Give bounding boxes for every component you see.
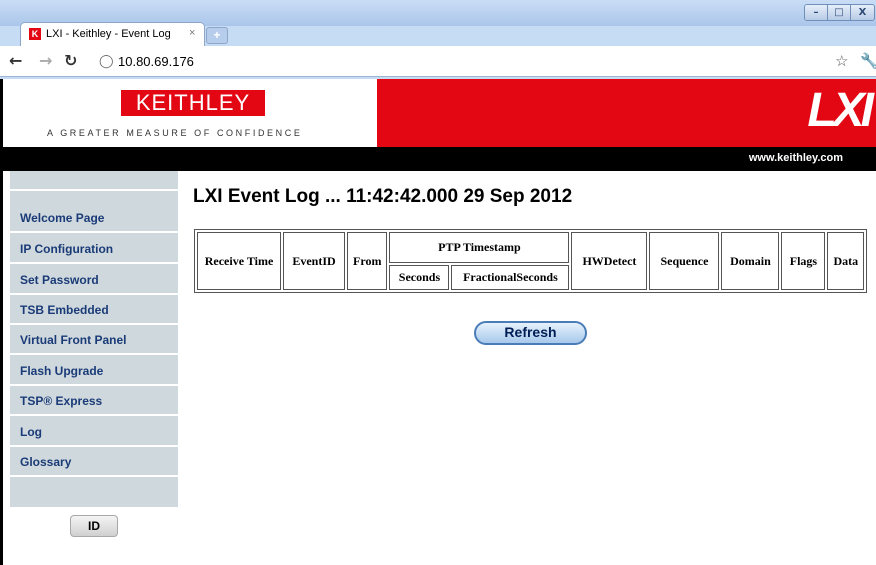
reload-icon[interactable]: ↻ <box>64 52 77 70</box>
tagline: A GREATER MEASURE OF CONFIDENCE <box>47 128 303 138</box>
close-window-button[interactable]: X <box>851 5 874 20</box>
page-title: LXI Event Log ... 11:42:42.000 29 Sep 20… <box>193 186 573 207</box>
window-left-border <box>0 79 3 565</box>
col-event-id: EventID <box>283 232 345 290</box>
browser-tab[interactable]: K LXI - Keithley - Event Log × <box>20 22 205 46</box>
col-ptp-timestamp: PTP Timestamp <box>389 232 570 264</box>
wrench-menu-icon[interactable]: 🔧 <box>860 52 876 70</box>
col-seconds: Seconds <box>389 265 450 290</box>
col-receive-time: Receive Time <box>197 232 281 290</box>
id-button[interactable]: ID <box>70 515 118 537</box>
sidebar-item-set-password[interactable]: Set Password <box>10 267 178 295</box>
forward-arrow-icon[interactable]: → <box>39 52 52 70</box>
col-from: From <box>347 232 388 290</box>
sidebar-item-flash-upgrade[interactable]: Flash Upgrade <box>10 358 178 386</box>
website-link[interactable]: www.keithley.com <box>749 152 843 164</box>
col-flags: Flags <box>781 232 826 290</box>
col-sequence: Sequence <box>649 232 720 290</box>
tab-close-icon[interactable]: × <box>189 27 195 39</box>
sidebar-item-glossary[interactable]: Glossary <box>10 449 178 477</box>
col-domain: Domain <box>721 232 780 290</box>
minimize-button[interactable]: – <box>805 5 828 20</box>
sidebar-item-log[interactable]: Log <box>10 419 178 447</box>
refresh-button[interactable]: Refresh <box>474 321 587 345</box>
sidebar-item-virtual-front-panel[interactable]: Virtual Front Panel <box>10 327 178 355</box>
window-controls: – □ X <box>804 4 875 21</box>
sidebar-nav: Welcome Page IP Configuration Set Passwo… <box>10 171 178 507</box>
tab-title: LXI - Keithley - Event Log <box>46 28 171 40</box>
brand-area: KEITHLEY A GREATER MEASURE OF CONFIDENCE <box>0 79 377 147</box>
browser-chrome: K LXI - Keithley - Event Log × + – □ X ←… <box>0 0 876 79</box>
sidebar-item-ip-configuration[interactable]: IP Configuration <box>10 236 178 264</box>
site-header: KEITHLEY A GREATER MEASURE OF CONFIDENCE… <box>0 79 876 147</box>
col-hw-detect: HWDetect <box>571 232 648 290</box>
url-text[interactable]: 10.80.69.176 <box>118 54 194 69</box>
sidebar-spacer <box>10 171 178 191</box>
table-header-row: Receive Time EventID From PTP Timestamp … <box>197 232 865 290</box>
keithley-logo: KEITHLEY <box>121 90 265 116</box>
page-info-icon[interactable]: ◯ <box>99 53 114 69</box>
keithley-favicon-icon: K <box>29 28 41 40</box>
browser-toolbar: ← → ↻ ◯ 10.80.69.176 ☆ 🔧 <box>0 46 876 77</box>
sidebar-item-tsb-embedded[interactable]: TSB Embedded <box>10 297 178 325</box>
lxi-logo: LXI <box>807 84 874 137</box>
new-tab-button[interactable]: + <box>206 27 228 44</box>
website-bar: www.keithley.com <box>0 147 876 171</box>
back-arrow-icon[interactable]: ← <box>9 52 22 70</box>
maximize-button[interactable]: □ <box>828 5 851 20</box>
address-bar[interactable]: ◯ 10.80.69.176 <box>97 51 855 72</box>
col-fractional-seconds: FractionalSeconds <box>451 265 570 290</box>
event-log-table: Receive Time EventID From PTP Timestamp … <box>194 229 868 293</box>
col-data: Data <box>827 232 865 290</box>
lxi-banner: LXI <box>377 79 876 147</box>
sidebar-item-tsp-express[interactable]: TSP® Express <box>10 388 178 416</box>
sidebar-item-welcome-page[interactable]: Welcome Page <box>10 205 178 233</box>
bookmark-star-icon[interactable]: ☆ <box>835 52 848 70</box>
